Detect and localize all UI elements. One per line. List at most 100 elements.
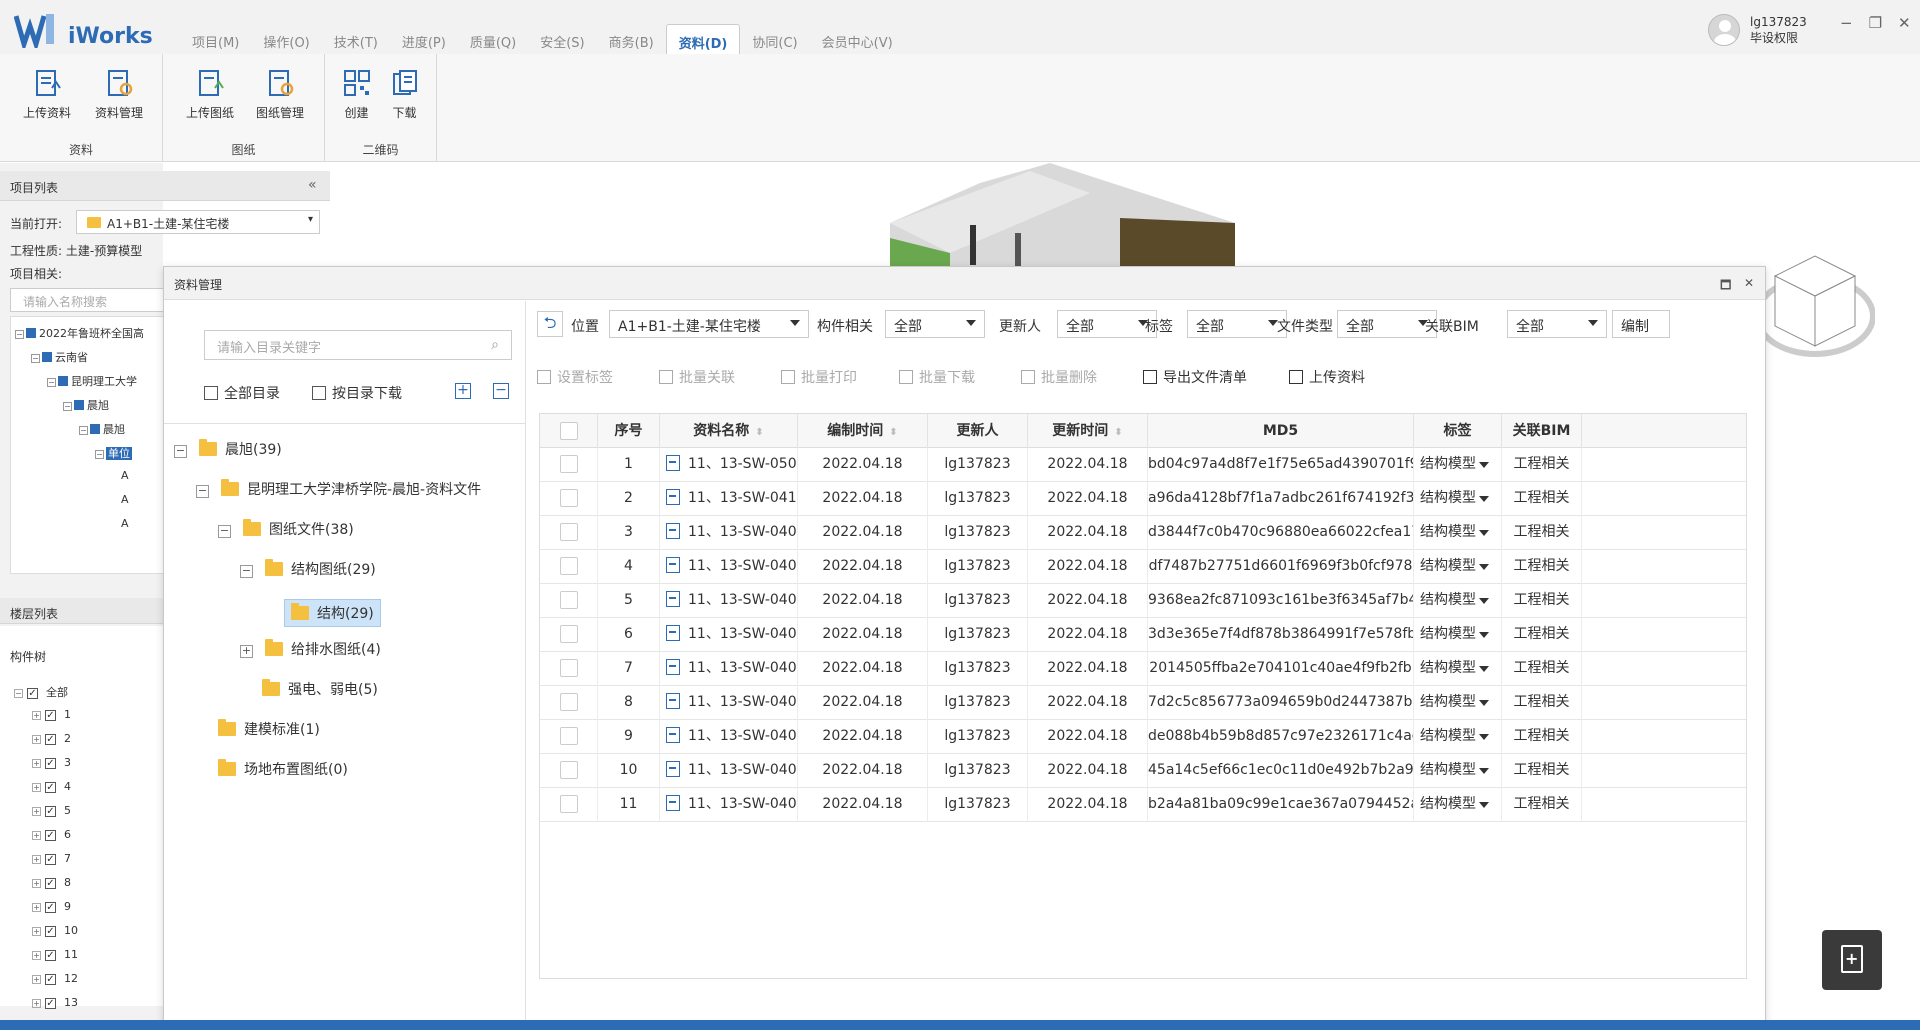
floor-item[interactable]: + ✓ 12 [32, 972, 78, 985]
folder-node[interactable]: + 给排水图纸(4) [240, 639, 381, 659]
search-icon[interactable]: ⌕ [491, 337, 499, 353]
doc-manage-button[interactable]: 资料管理 [84, 68, 154, 121]
cell-tag[interactable]: 结构模型 [1414, 448, 1502, 482]
cell-name[interactable]: 11、13-SW-041... [660, 482, 798, 516]
table-row[interactable]: 6 11、13-SW-040... 2022.04.18 lg137823 2022.0… [540, 618, 1746, 652]
filter-select[interactable]: A1+B1-土建-某住宅楼 [609, 310, 809, 338]
upload-doc-button[interactable]: 上传资料 [12, 68, 82, 121]
project-select[interactable]: A1+B1-土建-某住宅楼 ▾ [76, 210, 320, 234]
floor-item[interactable]: + ✓ 7 [32, 852, 71, 865]
project-search-input[interactable]: 请输入名称搜索 [10, 288, 165, 312]
column-header[interactable]: 更新时间 ⬍ [1028, 414, 1148, 448]
table-row[interactable]: 11 11、13-SW-040... 2022.04.18 lg137823 2022.… [540, 788, 1746, 822]
column-header[interactable]: 标签 [1414, 414, 1502, 448]
folder-node[interactable]: − 图纸文件(38) [218, 519, 354, 539]
cell-name[interactable]: 11、13-SW-050... [660, 448, 798, 482]
table-row[interactable]: 1 11、13-SW-050... 2022.04.18 lg137823 2022.0… [540, 448, 1746, 482]
floor-item[interactable]: + ✓ 9 [32, 900, 71, 913]
folder-node[interactable]: 建模标准(1) [218, 719, 320, 739]
floor-item[interactable]: + ✓ 4 [32, 780, 71, 793]
cell-tag[interactable]: 结构模型 [1414, 788, 1502, 822]
all-dirs-button[interactable]: 全部目录 [204, 383, 280, 403]
cell-name[interactable]: 11、13-SW-040... [660, 652, 798, 686]
tree-node[interactable]: −2022年鲁班杯全国高 [15, 325, 144, 341]
action-button[interactable]: 设置标签 [537, 367, 613, 387]
tree-node[interactable]: − 昆明理工大学 [47, 373, 137, 389]
row-checkbox[interactable] [540, 686, 598, 720]
download-qrcode-button[interactable]: 下载 [377, 68, 432, 121]
row-checkbox[interactable] [540, 482, 598, 516]
floor-item[interactable]: + ✓ 10 [32, 924, 78, 937]
floor-root[interactable]: − ✓ 全部 [14, 684, 68, 700]
folder-node[interactable]: − 晨旭(39) [174, 439, 282, 459]
row-checkbox[interactable] [540, 516, 598, 550]
floor-item[interactable]: + ✓ 6 [32, 828, 71, 841]
maximize-icon[interactable]: 🗖 [1720, 276, 1731, 297]
tree-node[interactable]: A [121, 469, 129, 482]
table-row[interactable]: 9 11、13-SW-040... 2022.04.18 lg137823 2022.0… [540, 720, 1746, 754]
cell-name[interactable]: 11、13-SW-040... [660, 686, 798, 720]
close-icon[interactable]: ✕ [1744, 276, 1754, 290]
tree-node[interactable]: A [121, 493, 129, 506]
column-header[interactable]: 更新人 [928, 414, 1028, 448]
action-button[interactable]: 批量打印 [781, 367, 857, 387]
cell-tag[interactable]: 结构模型 [1414, 584, 1502, 618]
cell-tag[interactable]: 结构模型 [1414, 754, 1502, 788]
cell-name[interactable]: 11、13-SW-040... [660, 618, 798, 652]
column-header[interactable]: 编制时间 ⬍ [798, 414, 928, 448]
cell-name[interactable]: 11、13-SW-040... [660, 754, 798, 788]
tree-node[interactable]: − 晨旭 [79, 421, 125, 437]
cell-tag[interactable]: 结构模型 [1414, 516, 1502, 550]
table-row[interactable]: 2 11、13-SW-041... 2022.04.18 lg137823 2022.0… [540, 482, 1746, 516]
table-row[interactable]: 7 11、13-SW-040... 2022.04.18 lg137823 2022.0… [540, 652, 1746, 686]
upload-drawing-button[interactable]: 上传图纸 [175, 68, 245, 121]
action-button[interactable]: 批量下载 [899, 367, 975, 387]
tree-node[interactable]: A [121, 517, 129, 530]
cell-name[interactable]: 11、13-SW-040... [660, 516, 798, 550]
filter-select[interactable]: 编制时间 [1612, 310, 1670, 338]
row-checkbox[interactable] [540, 618, 598, 652]
table-row[interactable]: 8 11、13-SW-040... 2022.04.18 lg137823 2022.0… [540, 686, 1746, 720]
directory-search-input[interactable]: 请输入目录关键字 ⌕ [204, 330, 512, 360]
restore-icon[interactable]: ❐ [1869, 14, 1882, 32]
action-button[interactable]: 批量关联 [659, 367, 735, 387]
table-row[interactable]: 5 11、13-SW-040... 2022.04.18 lg137823 2022.0… [540, 584, 1746, 618]
floor-item[interactable]: + ✓ 13 [32, 996, 78, 1009]
filter-select[interactable]: 全部 [885, 310, 985, 338]
cell-tag[interactable]: 结构模型 [1414, 652, 1502, 686]
folder-node[interactable]: − 昆明理工大学津桥学院-晨旭-资料文件 [196, 479, 481, 499]
cell-tag[interactable]: 结构模型 [1414, 482, 1502, 516]
expand-all-icon[interactable]: + [455, 383, 471, 399]
drawing-manage-button[interactable]: 图纸管理 [245, 68, 315, 121]
cell-tag[interactable]: 结构模型 [1414, 686, 1502, 720]
floor-item[interactable]: + ✓ 11 [32, 948, 78, 961]
user-info[interactable]: lg137823 毕设权限 [1708, 14, 1807, 46]
tree-node-selected[interactable]: − 单位 [95, 445, 132, 461]
floor-item[interactable]: + ✓ 3 [32, 756, 71, 769]
row-checkbox[interactable] [540, 754, 598, 788]
cell-tag[interactable]: 结构模型 [1414, 550, 1502, 584]
download-by-dir-button[interactable]: 按目录下载 [312, 383, 402, 403]
row-checkbox[interactable] [540, 720, 598, 754]
column-header[interactable]: 资料名称 ⬍ [660, 414, 798, 448]
folder-node[interactable]: 强电、弱电(5) [262, 679, 378, 699]
row-checkbox[interactable] [540, 550, 598, 584]
cell-name[interactable]: 11、13-SW-040... [660, 550, 798, 584]
filter-select[interactable]: 全部 [1337, 310, 1437, 338]
table-row[interactable]: 3 11、13-SW-040... 2022.04.18 lg137823 2022.0… [540, 516, 1746, 550]
row-checkbox[interactable] [540, 788, 598, 822]
filter-select[interactable]: 全部 [1057, 310, 1157, 338]
cell-name[interactable]: 11、13-SW-040... [660, 720, 798, 754]
table-row[interactable]: 10 11、13-SW-040... 2022.04.18 lg137823 2022.… [540, 754, 1746, 788]
floor-item[interactable]: + ✓ 1 [32, 708, 71, 721]
column-header[interactable]: MD5 [1148, 414, 1414, 448]
back-arrow-icon[interactable]: ⮌ [537, 311, 563, 337]
cell-name[interactable]: 11、13-SW-040... [660, 584, 798, 618]
row-checkbox[interactable] [540, 652, 598, 686]
action-button[interactable]: 上传资料 [1289, 367, 1365, 387]
add-document-button[interactable]: + [1822, 930, 1882, 990]
folder-node-selected[interactable]: 结构(29) [284, 599, 381, 627]
floor-item[interactable]: + ✓ 2 [32, 732, 71, 745]
close-icon[interactable]: ✕ [1898, 14, 1911, 32]
folder-node[interactable]: − 结构图纸(29) [240, 559, 376, 579]
